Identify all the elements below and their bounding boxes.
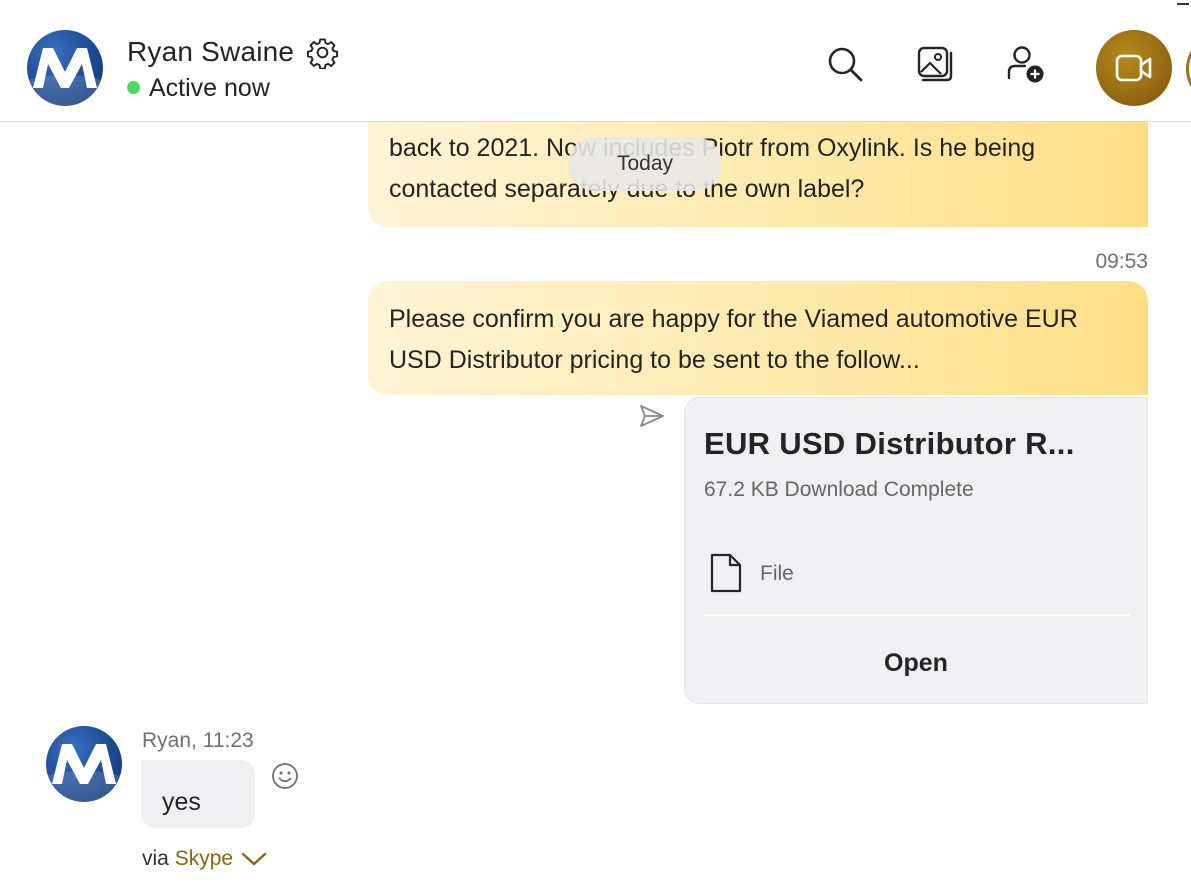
logo-m-icon	[46, 744, 122, 802]
video-camera-icon	[1115, 54, 1152, 82]
presence-status: Active now	[149, 74, 270, 102]
emoji-reaction-icon[interactable]	[271, 762, 299, 790]
add-person-icon	[1007, 46, 1044, 83]
via-prefix: via	[142, 847, 169, 870]
file-attachment-card[interactable]: EUR USD Distributor R... 67.2 KB Downloa…	[684, 397, 1148, 704]
open-file-button[interactable]: Open	[685, 628, 1147, 698]
presence-indicator	[127, 81, 140, 94]
gear-icon[interactable]	[306, 36, 339, 69]
gallery-icon	[917, 46, 953, 82]
message-text: back to 2021. Now includes Piotr from Ox…	[389, 134, 1036, 203]
chat-header: Ryan Swaine Active now	[0, 0, 1191, 122]
chat-window: Ryan Swaine Active now back to 2021. Now…	[0, 0, 1191, 887]
sender-meta: Ryan, 11:23	[142, 729, 254, 752]
message-bubble-incoming[interactable]: yes	[141, 760, 255, 828]
contact-name[interactable]: Ryan Swaine	[127, 36, 294, 68]
sender-avatar[interactable]	[46, 726, 122, 802]
via-skype-link[interactable]: Skype	[175, 847, 233, 870]
date-separator: Today	[568, 137, 722, 191]
message-text: Please confirm you are happy for the Via…	[389, 305, 1078, 374]
message-timestamp: 09:53	[1095, 250, 1148, 273]
message-bubble-outgoing[interactable]: Please confirm you are happy for the Via…	[368, 281, 1148, 395]
file-icon	[710, 553, 742, 593]
chevron-down-icon[interactable]	[241, 850, 267, 868]
window-minimize-icon[interactable]	[1177, 3, 1189, 5]
search-button[interactable]	[825, 44, 865, 88]
audio-call-button[interactable]	[1186, 36, 1191, 102]
sent-status-icon	[640, 405, 664, 427]
contact-avatar[interactable]	[27, 30, 103, 106]
video-call-button[interactable]	[1096, 30, 1172, 106]
message-text: yes	[162, 788, 201, 816]
gallery-button[interactable]	[915, 44, 955, 88]
file-type-label: File	[760, 562, 794, 585]
logo-m-icon	[27, 48, 103, 106]
search-icon	[828, 47, 863, 82]
divider	[704, 614, 1130, 616]
add-participant-button[interactable]	[1005, 44, 1045, 88]
via-source: via Skype	[142, 847, 267, 871]
file-name: EUR USD Distributor R...	[704, 426, 1075, 461]
file-status: 67.2 KB Download Complete	[704, 478, 974, 501]
